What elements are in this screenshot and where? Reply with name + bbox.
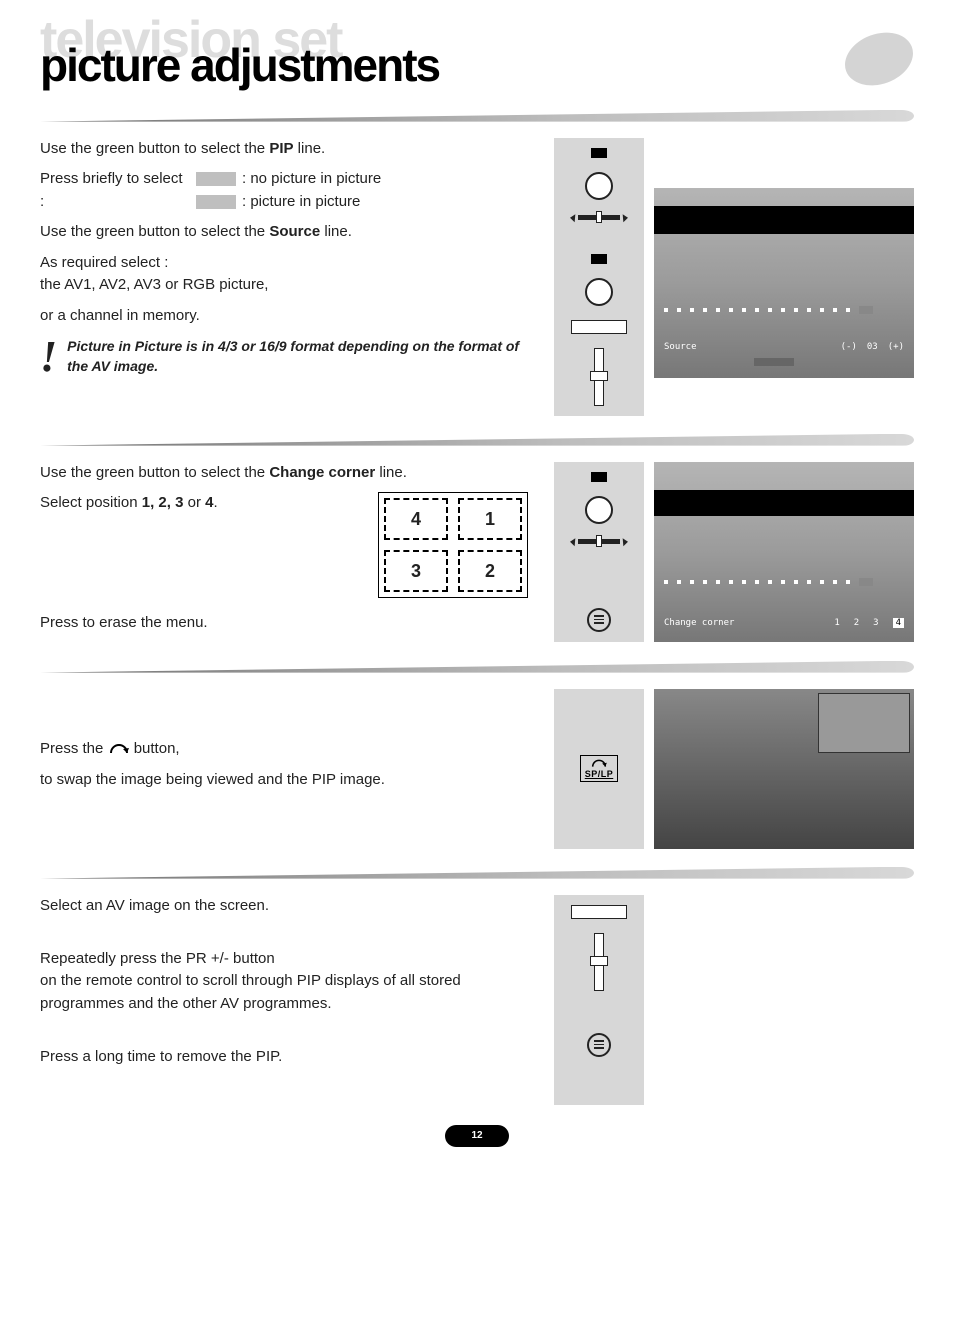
section-pip: Use the green button to select the PIP l…: [40, 138, 914, 416]
round-button: [585, 278, 613, 306]
divider: [40, 867, 914, 879]
menu-button: [587, 1033, 611, 1057]
remote-column: SP/LP: [554, 689, 644, 849]
text-line: As required select : the AV1, AV2, AV3 o…: [40, 252, 538, 297]
section-av: Select an AV image on the screen. Repeat…: [40, 895, 914, 1105]
corner-grid: 4 1 3 2: [378, 492, 528, 598]
stop-icon: [591, 148, 607, 158]
swap-arc-icon: [108, 742, 130, 756]
text-line: or a channel in memory.: [40, 305, 538, 328]
tv-preview: Change corner 1 2 3 4: [654, 462, 914, 642]
h-slider: [570, 538, 628, 546]
page-number: 12: [445, 1125, 509, 1147]
text-line: Use the green button to select the PIP l…: [40, 138, 538, 161]
round-button: [585, 496, 613, 524]
corner-cell-4: 4: [384, 498, 448, 540]
tv-preview: Source (-) 03 (+): [654, 138, 914, 378]
osd-corner-line: Change corner 1 2 3 4: [664, 618, 904, 628]
note: ! Picture in Picture is in 4/3 or 16/9 f…: [40, 337, 538, 377]
round-button: [585, 172, 613, 200]
wide-button: [571, 905, 627, 919]
wide-button: [571, 320, 627, 334]
v-slider: [594, 933, 604, 991]
corner-icon: [844, 34, 914, 94]
section-corner: Use the green button to select the Chang…: [40, 462, 914, 643]
corner-cell-2: 2: [458, 550, 522, 592]
text-line: to swap the image being viewed and the P…: [40, 769, 544, 792]
text-line: Press a long time to remove the PIP.: [40, 1046, 504, 1069]
divider: [40, 661, 914, 673]
remote-column: [554, 895, 644, 1105]
text-line: Use the green button to select the Chang…: [40, 462, 538, 485]
menu-button: [587, 608, 611, 632]
splp-button: SP/LP: [580, 755, 619, 782]
v-slider: [594, 348, 604, 406]
h-slider: [570, 214, 628, 222]
corner-cell-1: 1: [458, 498, 522, 540]
page-title: picture adjustments: [40, 38, 914, 92]
swap-arc-icon: [590, 758, 608, 769]
osd-source-line: Source (-) 03 (+): [664, 342, 904, 352]
text-line: Press to erase the menu.: [40, 612, 538, 635]
grey-swatch: [196, 172, 236, 186]
grey-swatch: [196, 195, 236, 209]
stop-icon: [591, 254, 607, 264]
divider: [40, 110, 914, 122]
text-line: Select position 1, 2, 3 or 4.: [40, 492, 338, 590]
text-line: Press briefly to select : : no picture i…: [40, 168, 538, 213]
corner-cell-3: 3: [384, 550, 448, 592]
remote-column: [554, 138, 644, 416]
divider: [40, 434, 914, 446]
stop-icon: [591, 472, 607, 482]
text-line: Select an AV image on the screen.: [40, 895, 504, 918]
text-line: Use the green button to select the Sourc…: [40, 221, 538, 244]
section-swap: Press the button, to swap the image bein…: [40, 689, 914, 849]
tv-preview: [654, 689, 914, 849]
remote-column: [554, 462, 644, 642]
text-line: Repeatedly press the PR +/- button on th…: [40, 948, 504, 1016]
exclaim-icon: !: [40, 337, 57, 377]
text-line: Press the button,: [40, 738, 544, 761]
